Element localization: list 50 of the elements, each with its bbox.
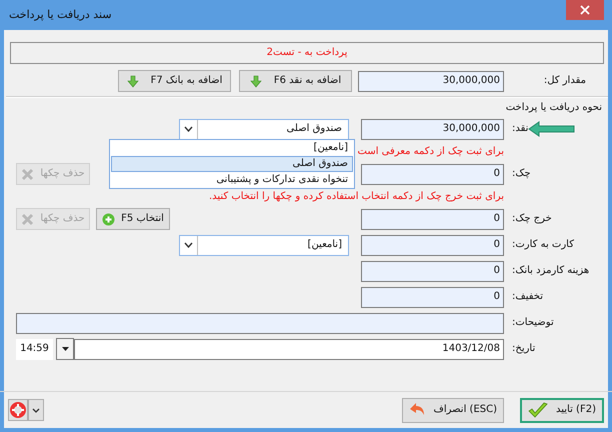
field-label: هزینه کارمزد بانک: (511, 265, 590, 277)
amount-field[interactable]: 0 (361, 286, 504, 308)
select-button[interactable]: انتخاب F5 (96, 208, 170, 230)
chevron-down-icon (184, 126, 193, 132)
time-field[interactable]: 14:59 (16, 338, 53, 360)
caret-icon (62, 347, 68, 351)
dropdown-item[interactable]: [نامعین] (111, 140, 353, 156)
chevron-down-icon (184, 242, 193, 248)
combo-box[interactable]: صندوق اصلی (179, 118, 349, 140)
amount-field[interactable]: 0 (361, 234, 504, 256)
combo-box[interactable]: [نامعین] (179, 234, 349, 256)
add-button[interactable]: اضافه به نقد F6 (239, 70, 352, 92)
lifebuoy-icon (10, 402, 26, 418)
close-button[interactable] (566, 0, 604, 20)
dropdown-button[interactable] (28, 399, 44, 421)
close-icon (580, 5, 590, 15)
checkmark-icon (528, 402, 548, 418)
notes-field[interactable] (16, 312, 504, 334)
delete-icon (21, 168, 34, 180)
add-button[interactable]: اضافه به بانک F7 (118, 70, 231, 92)
dropdown-item[interactable]: تنخواه نقدی تدارکات و پشتیبانی (111, 172, 353, 188)
amount-field[interactable]: 0 (361, 164, 504, 184)
hint-text: برای ثبت خرج چک از دکمه انتخاب استفاده کرده و چکها را انتخاب کنید. (208, 191, 504, 202)
hint-text: برای ثبت چک از دکمه معرفی است (358, 146, 504, 157)
amount-field[interactable]: 0 (361, 208, 504, 230)
chevron-down-icon (32, 408, 40, 412)
amount-field[interactable]: 0 (361, 260, 504, 282)
amount-field[interactable]: 30,000,000 (361, 118, 504, 140)
field-label: چک: (511, 168, 532, 180)
field-label: کارت به کارت: (511, 239, 575, 251)
cancel-button[interactable]: (ESC) انصراف (402, 398, 504, 422)
delete-icon (21, 212, 34, 226)
payee-text: پرداخت به - تست2 (266, 47, 348, 59)
confirm-button[interactable]: (F2) تایید (520, 398, 604, 422)
field-label: مقدار کل: (542, 75, 587, 87)
dropdown-item[interactable]: صندوق اصلی (111, 156, 353, 172)
window-title: سند دریافت یا پرداخت (9, 9, 112, 21)
date-field[interactable]: 1403/12/08 (74, 338, 504, 360)
plus-icon (102, 212, 116, 226)
field-label: نقد: (511, 123, 530, 135)
down-arrow-icon (126, 74, 139, 88)
amount-field[interactable]: 30,000,000 (358, 70, 504, 92)
field-label: تخفیف: (511, 291, 544, 303)
help-button[interactable] (8, 399, 28, 421)
field-label: خرج چک: (511, 213, 553, 225)
date-dropdown-button[interactable] (56, 338, 74, 360)
section-title: نحوه دریافت یا پرداخت (506, 102, 602, 113)
field-label: تاریخ: (511, 343, 536, 355)
down-arrow-icon (250, 74, 262, 88)
field-label: توضیحات: (511, 317, 555, 329)
